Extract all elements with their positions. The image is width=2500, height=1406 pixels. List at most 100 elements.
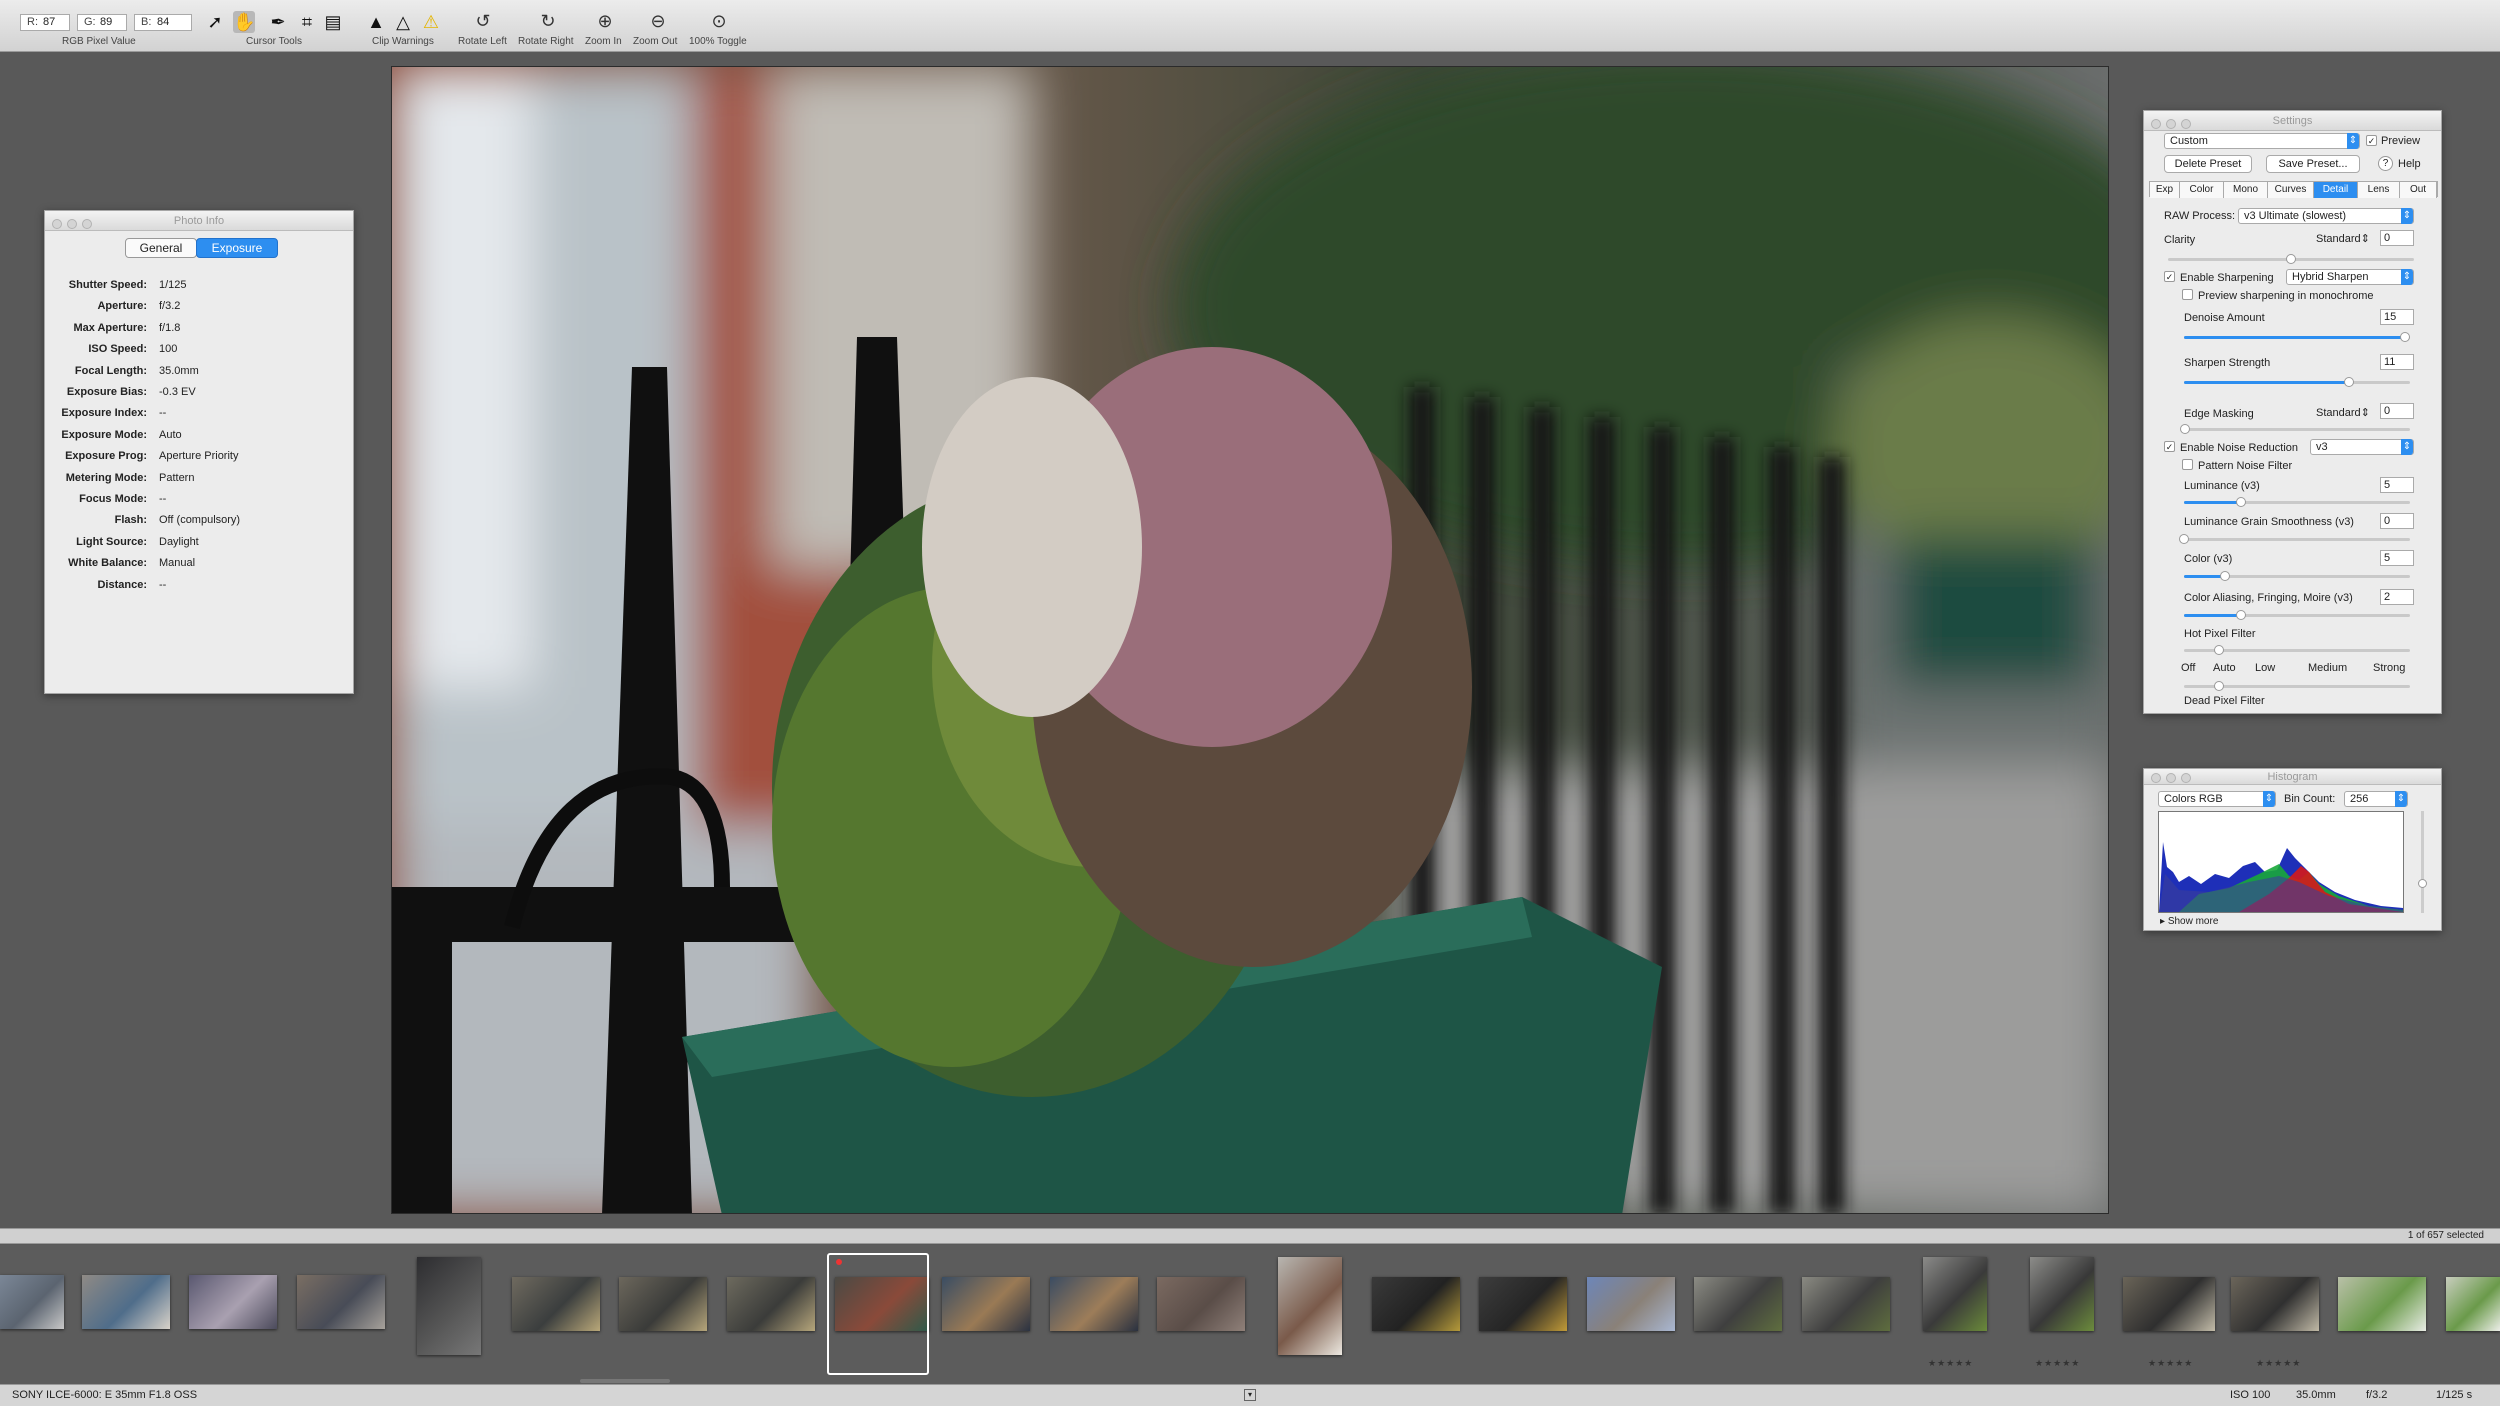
filmstrip-thumbnail[interactable] xyxy=(727,1277,815,1331)
hand-tool-icon[interactable]: ✋ xyxy=(233,11,255,33)
star-rating[interactable]: ★★★★★ xyxy=(2256,1358,2301,1369)
preview-checkbox[interactable]: ✓ xyxy=(2366,135,2377,146)
rotate-right-label[interactable]: Rotate Right xyxy=(518,36,574,47)
filmstrip-thumbnail[interactable] xyxy=(2446,1277,2500,1331)
raw-process-select[interactable]: v3 Ultimate (slowest) xyxy=(2238,208,2414,224)
edge-masking-slider[interactable] xyxy=(2180,424,2410,434)
zoom-out-icon[interactable]: ⊖ xyxy=(641,7,675,35)
filmstrip-thumbnail[interactable] xyxy=(512,1277,600,1331)
tab-out[interactable]: Out xyxy=(2400,182,2437,198)
tab-general[interactable]: General xyxy=(125,238,197,258)
save-preset-button[interactable]: Save Preset... xyxy=(2266,155,2360,173)
filmstrip-thumbnail[interactable] xyxy=(619,1277,707,1331)
luminance-grain-slider[interactable] xyxy=(2179,534,2410,544)
hot-pixel-level-medium[interactable]: Medium xyxy=(2308,662,2347,674)
zoom-100-icon[interactable]: ⊙ xyxy=(702,7,736,35)
hot-pixel-level-low[interactable]: Low xyxy=(2255,662,2275,674)
enable-sharpening-checkbox[interactable]: ✓ xyxy=(2164,271,2175,282)
filmstrip-scrollbar[interactable] xyxy=(580,1379,670,1383)
tab-exposure[interactable]: Exposure xyxy=(196,238,278,258)
preset-select[interactable]: Custom xyxy=(2164,133,2360,149)
clarity-slider[interactable] xyxy=(2168,254,2414,264)
main-photo-viewer[interactable] xyxy=(391,66,2109,1214)
clip-warning-outline-icon[interactable]: △ xyxy=(392,11,414,33)
tab-color[interactable]: Color xyxy=(2180,182,2224,198)
selected-thumbnail-frame[interactable] xyxy=(827,1253,929,1375)
zoom-out-label[interactable]: Zoom Out xyxy=(633,36,677,47)
edge-masking-value-field[interactable]: 0 xyxy=(2380,403,2414,419)
filmstrip-thumbnail[interactable] xyxy=(82,1275,170,1329)
delete-preset-button[interactable]: Delete Preset xyxy=(2164,155,2252,173)
nr-version-select[interactable]: v3 xyxy=(2310,439,2414,455)
preview-mono-checkbox[interactable] xyxy=(2182,289,2193,300)
edge-masking-mode-select[interactable]: Standard⇕ xyxy=(2316,406,2370,419)
filmstrip-thumbnail[interactable] xyxy=(2338,1277,2426,1331)
help-label[interactable]: Help xyxy=(2398,158,2421,170)
filmstrip-thumbnail[interactable] xyxy=(1802,1277,1890,1331)
histogram-scrollbar[interactable] xyxy=(2418,811,2427,913)
window-controls[interactable] xyxy=(2151,772,2196,788)
rotate-left-label[interactable]: Rotate Left xyxy=(458,36,507,47)
clip-warning-black-icon[interactable]: ▲ xyxy=(365,11,387,33)
filmstrip-thumbnail[interactable] xyxy=(1157,1277,1245,1331)
tab-exp[interactable]: Exp xyxy=(2150,182,2180,198)
luminance-grain-field[interactable]: 0 xyxy=(2380,513,2414,529)
tab-lens[interactable]: Lens xyxy=(2358,182,2400,198)
crop-icon[interactable]: ⌗ xyxy=(296,11,318,33)
filmstrip-thumbnail[interactable] xyxy=(1694,1277,1782,1331)
filmstrip-thumbnail[interactable] xyxy=(1587,1277,1675,1331)
filmstrip-thumbnail[interactable] xyxy=(2123,1277,2215,1331)
filmstrip-thumbnail[interactable] xyxy=(417,1257,481,1355)
luminance-field[interactable]: 5 xyxy=(2380,477,2414,493)
tab-curves[interactable]: Curves xyxy=(2268,182,2314,198)
clarity-mode-select[interactable]: Standard⇕ xyxy=(2316,232,2370,245)
filmstrip-thumbnail[interactable] xyxy=(1050,1277,1138,1331)
hot-pixel-filter-slider[interactable] xyxy=(2184,645,2410,655)
zoom-100-toggle-label[interactable]: 100% Toggle xyxy=(689,36,747,47)
sharpen-mode-select[interactable]: Hybrid Sharpen xyxy=(2286,269,2414,285)
denoise-amount-field[interactable]: 15 xyxy=(2380,309,2414,325)
color-aliasing-field[interactable]: 2 xyxy=(2380,589,2414,605)
filmstrip-thumbnail[interactable] xyxy=(297,1275,385,1329)
help-icon[interactable]: ? xyxy=(2378,156,2393,171)
rotate-left-icon[interactable]: ↺ xyxy=(466,7,500,35)
filmstrip-thumbnail[interactable] xyxy=(1372,1277,1460,1331)
metadata-icon[interactable]: ▾ xyxy=(1244,1389,1256,1401)
pattern-noise-checkbox[interactable] xyxy=(2182,459,2193,470)
filmstrip-thumbnail[interactable] xyxy=(2231,1277,2319,1331)
clip-warning-yellow-icon[interactable]: ⚠ xyxy=(420,11,442,33)
tab-mono[interactable]: Mono xyxy=(2224,182,2268,198)
straighten-icon[interactable]: ▤ xyxy=(322,11,344,33)
sharpen-strength-field[interactable]: 11 xyxy=(2380,354,2414,370)
window-controls[interactable] xyxy=(52,216,97,236)
color-nr-field[interactable]: 5 xyxy=(2380,550,2414,566)
clarity-value-field[interactable]: 0 xyxy=(2380,230,2414,246)
filmstrip-thumbnail[interactable] xyxy=(0,1275,64,1329)
filmstrip-thumbnail[interactable] xyxy=(189,1275,277,1329)
filmstrip-thumbnail[interactable] xyxy=(942,1277,1030,1331)
zoom-in-icon[interactable]: ⊕ xyxy=(588,7,622,35)
color-nr-slider[interactable] xyxy=(2184,571,2410,581)
arrow-cursor-icon[interactable]: ➚ xyxy=(204,11,226,33)
filmstrip-thumbnail[interactable] xyxy=(2030,1257,2094,1331)
filmstrip-thumbnail[interactable] xyxy=(1479,1277,1567,1331)
denoise-amount-slider[interactable] xyxy=(2184,332,2411,342)
clarity-slider-knob[interactable] xyxy=(2286,254,2296,264)
sharpen-strength-slider[interactable] xyxy=(2184,377,2410,387)
rotate-right-icon[interactable]: ↻ xyxy=(531,7,565,35)
hot-pixel-level-auto[interactable]: Auto xyxy=(2213,662,2236,674)
histogram-channel-select[interactable]: Colors RGB xyxy=(2158,791,2276,807)
filmstrip[interactable]: ★★★★★ ★★★★★ ★★★★★ ★★★★★ xyxy=(0,1245,2500,1384)
hot-pixel-level-off[interactable]: Off xyxy=(2181,662,2195,674)
star-rating[interactable]: ★★★★★ xyxy=(2148,1358,2193,1369)
tab-detail[interactable]: Detail xyxy=(2314,182,2358,198)
zoom-in-label[interactable]: Zoom In xyxy=(585,36,622,47)
dead-pixel-filter-slider[interactable] xyxy=(2184,681,2410,691)
enable-noise-reduction-checkbox[interactable]: ✓ xyxy=(2164,441,2175,452)
bin-count-select[interactable]: 256 xyxy=(2344,791,2408,807)
luminance-slider[interactable] xyxy=(2184,497,2410,507)
show-more-toggle[interactable]: ▸ Show more xyxy=(2160,916,2218,927)
star-rating[interactable]: ★★★★★ xyxy=(1928,1358,1973,1369)
color-aliasing-slider[interactable] xyxy=(2184,610,2410,620)
filmstrip-thumbnail[interactable] xyxy=(1923,1257,1987,1331)
